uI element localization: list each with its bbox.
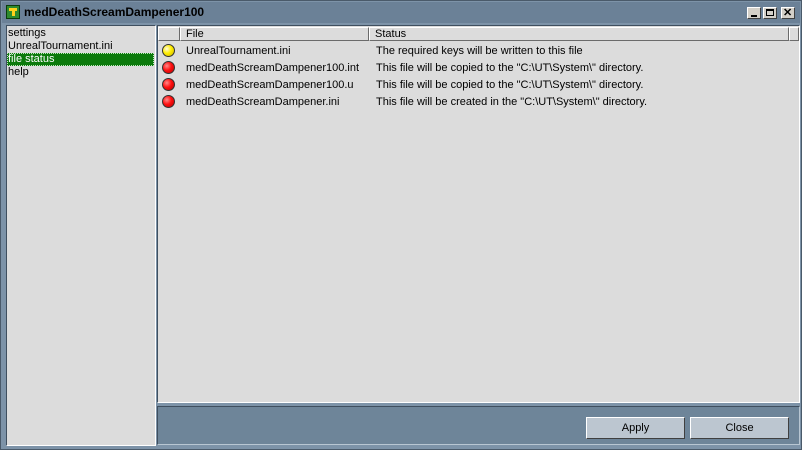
file-name: UnrealTournament.ini [186,45,291,57]
nav-list: settings UnrealTournament.ini file statu… [6,25,156,446]
file-status: The required keys will be written to thi… [376,45,583,57]
nav-item-help[interactable]: help [7,66,154,79]
file-status-list: File Status UnrealTournament.ini The req… [157,25,800,403]
table-row[interactable]: medDeathScreamDampener.ini This file wil… [158,94,798,111]
app-logo-icon [6,5,20,19]
maximize-button[interactable] [763,7,777,19]
close-button[interactable]: Close [690,417,789,439]
column-header-status[interactable]: Status [369,27,789,41]
title-bar[interactable]: medDeathScreamDampener100 [2,2,800,23]
file-status: This file will be created in the "C:\UT\… [376,96,648,108]
nav-item-settings[interactable]: settings [7,27,154,40]
file-name: medDeathScreamDampener100.int [186,62,360,74]
table-row[interactable]: UnrealTournament.ini The required keys w… [158,43,798,60]
red-circle-icon [162,61,175,74]
file-status: This file will be copied to the "C:\UT\S… [376,79,644,91]
red-circle-icon [162,95,175,108]
yellow-circle-icon [162,44,175,57]
column-header-filler [789,27,799,41]
close-window-button[interactable] [781,6,795,19]
nav-item-unrealtournament-ini[interactable]: UnrealTournament.ini [7,40,154,53]
column-header-icon[interactable] [158,27,180,41]
file-status: This file will be copied to the "C:\UT\S… [376,62,644,74]
column-header-file[interactable]: File [180,27,369,41]
button-bar: Apply Close [157,406,800,445]
apply-button[interactable]: Apply [586,417,685,439]
window-title: medDeathScreamDampener100 [24,5,205,19]
main-window: medDeathScreamDampener100 settings Unrea… [0,0,802,450]
minimize-button[interactable] [747,7,761,19]
file-name: medDeathScreamDampener.ini [186,96,340,108]
red-circle-icon [162,78,175,91]
nav-item-file-status[interactable]: file status [7,53,154,66]
table-row[interactable]: medDeathScreamDampener100.u This file wi… [158,77,798,94]
file-name: medDeathScreamDampener100.u [186,79,354,91]
table-row[interactable]: medDeathScreamDampener100.int This file … [158,60,798,77]
